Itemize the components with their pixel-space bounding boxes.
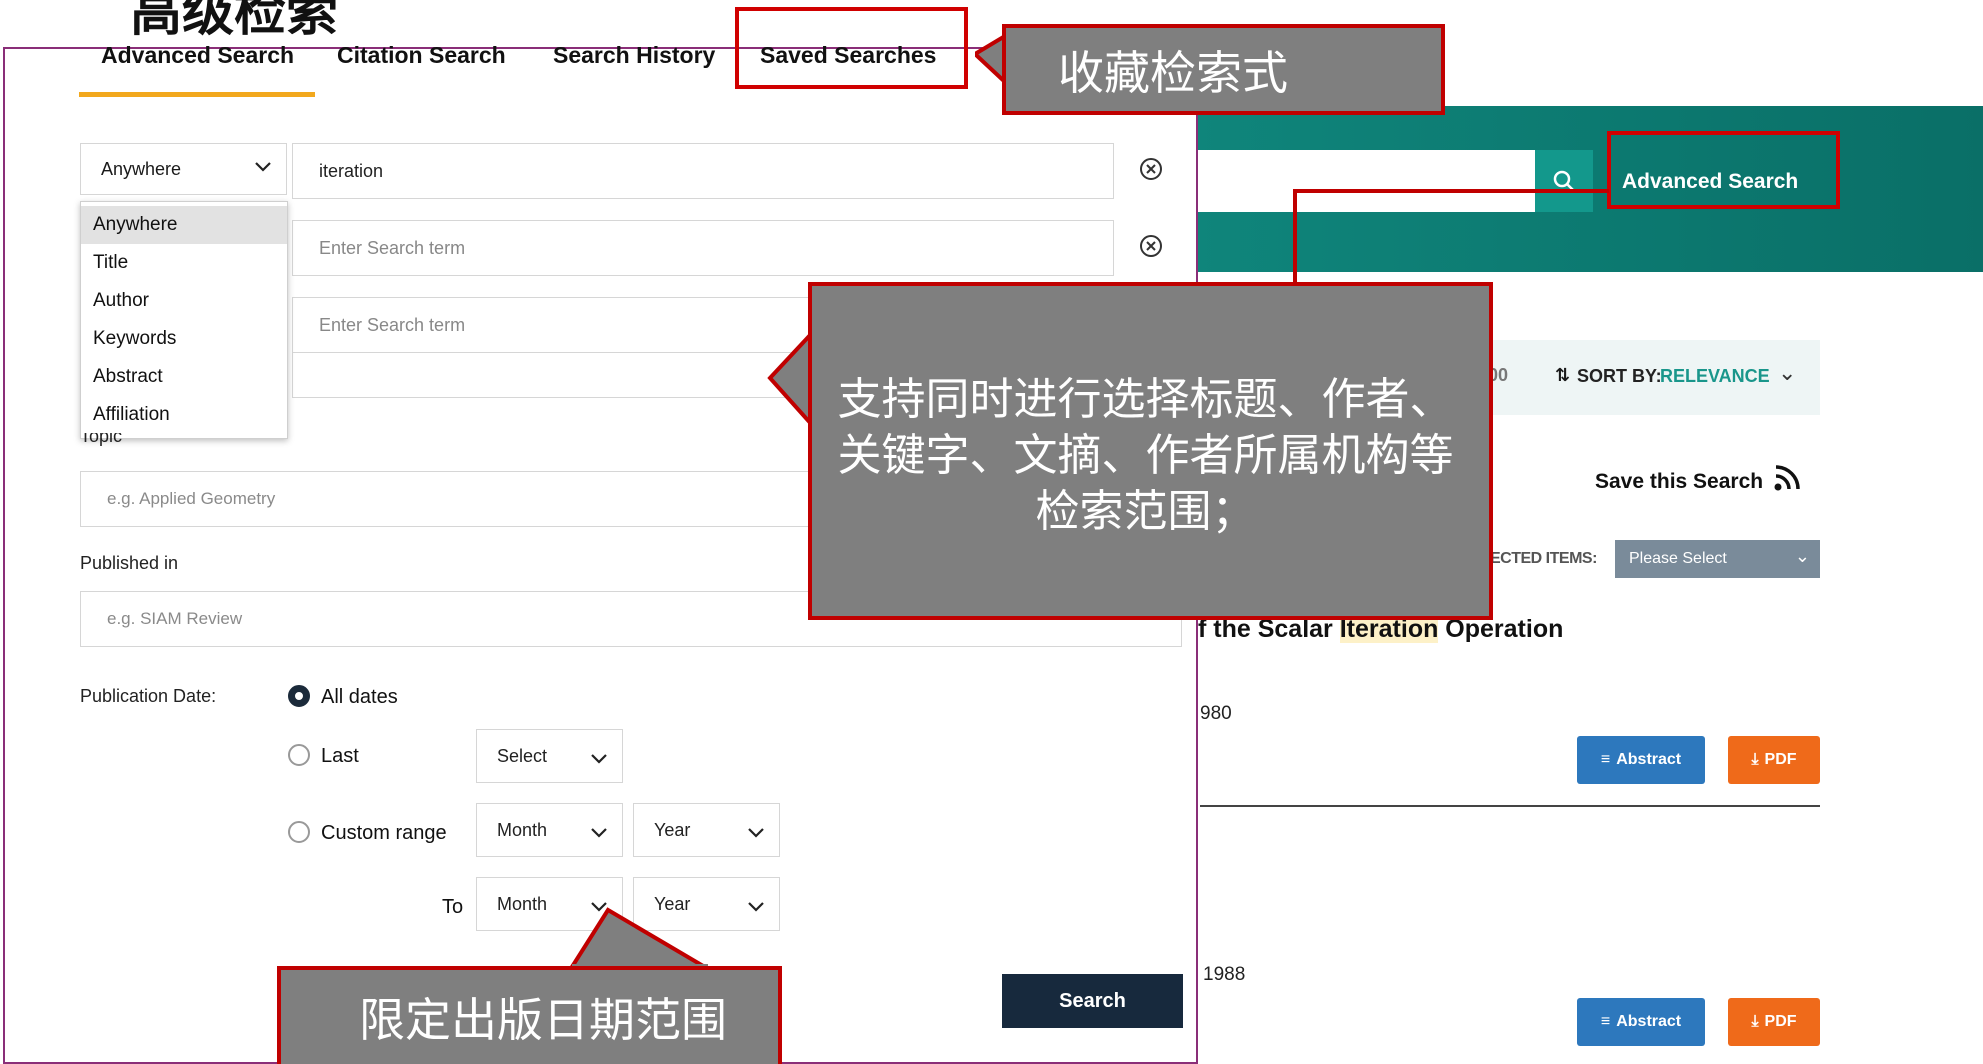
- dropdown-option-anywhere[interactable]: Anywhere: [81, 206, 287, 244]
- quick-search-input[interactable]: [1195, 150, 1535, 212]
- to-label: To: [442, 896, 464, 918]
- quick-search-button[interactable]: [1535, 150, 1593, 212]
- chevron-down-icon: [591, 828, 607, 838]
- active-tab-indicator: [79, 92, 315, 97]
- clear-icon[interactable]: [1139, 234, 1163, 258]
- pdf-button-label: PDF: [1764, 1013, 1797, 1030]
- chevron-down-icon[interactable]: ⌄: [1778, 360, 1796, 386]
- download-icon: ⤓: [1751, 751, 1759, 768]
- rss-icon[interactable]: [1773, 464, 1801, 492]
- result-divider: [1200, 805, 1820, 807]
- add-row-area: [292, 353, 813, 398]
- saved-searches-highlight: [735, 7, 968, 89]
- from-month-value: Month: [497, 819, 548, 840]
- from-year-value: Year: [654, 819, 691, 840]
- abstract-button[interactable]: ≡ Abstract: [1577, 998, 1705, 1046]
- dropdown-option-title[interactable]: Title: [81, 244, 287, 282]
- tab-citation-search[interactable]: Citation Search: [337, 42, 506, 69]
- connector-line: [1293, 189, 1297, 284]
- date-range-callout: 限定出版日期范围: [277, 966, 782, 1064]
- sort-by-select[interactable]: RELEVANCE: [1660, 366, 1770, 387]
- search-term-input[interactable]: iteration: [292, 143, 1114, 199]
- dropdown-option-author[interactable]: Author: [81, 282, 287, 320]
- topic-label: Topic: [80, 433, 122, 451]
- abstract-button-label: Abstract: [1616, 751, 1682, 768]
- abstract-button-label: Abstract: [1616, 1013, 1682, 1030]
- from-month-select[interactable]: Month: [476, 803, 623, 857]
- advanced-search-highlight: [1607, 131, 1840, 209]
- search-button[interactable]: Search: [1002, 974, 1183, 1028]
- radio-last[interactable]: [288, 744, 310, 766]
- search-term-input[interactable]: Enter Search term: [292, 220, 1114, 276]
- list-icon: ≡: [1600, 751, 1611, 768]
- clear-icon[interactable]: [1139, 157, 1163, 181]
- slide-title: 高级检索: [130, 0, 339, 43]
- result-year: 1988: [1203, 964, 1246, 985]
- chevron-down-icon: [748, 902, 764, 912]
- radio-custom-range[interactable]: [288, 821, 310, 843]
- search-field-value: Anywhere: [101, 158, 182, 179]
- selected-items-label: ECTED ITEMS:: [1490, 550, 1597, 567]
- chevron-down-icon: [748, 828, 764, 838]
- saved-searches-callout: 收藏检索式: [1002, 24, 1445, 115]
- topic-label-text: Topic: [80, 433, 123, 446]
- radio-all-dates[interactable]: [288, 685, 310, 707]
- last-period-value: Select: [497, 745, 548, 766]
- search-fields-callout: 支持同时进行选择标题、作者、关键字、文摘、作者所属机构等检索范围；: [808, 282, 1493, 620]
- last-period-select[interactable]: Select: [476, 729, 623, 783]
- tab-search-history[interactable]: Search History: [553, 42, 715, 69]
- sort-arrows-icon: ⇅: [1555, 365, 1571, 385]
- dropdown-option-affiliation[interactable]: Affiliation: [81, 396, 287, 434]
- abstract-button[interactable]: ≡ Abstract: [1577, 736, 1705, 784]
- dropdown-option-keywords[interactable]: Keywords: [81, 320, 287, 358]
- published-in-label: Published in: [80, 553, 179, 573]
- dropdown-option-abstract[interactable]: Abstract: [81, 358, 287, 396]
- pdf-button[interactable]: ⤓ PDF: [1728, 998, 1820, 1046]
- list-icon: ≡: [1600, 1013, 1611, 1030]
- to-month-value: Month: [497, 893, 548, 914]
- chevron-down-icon: ⌄: [1794, 546, 1810, 566]
- pdf-button[interactable]: ⤓ PDF: [1728, 736, 1820, 784]
- search-field-dropdown: Anywhere Title Author Keywords Abstract …: [80, 201, 288, 439]
- tab-advanced-search[interactable]: Advanced Search: [101, 42, 294, 69]
- chevron-down-icon: [591, 754, 607, 764]
- result-year: 980: [1200, 703, 1232, 724]
- publication-date-label: Publication Date:: [80, 686, 217, 706]
- search-field-select[interactable]: Anywhere: [80, 143, 287, 195]
- last-label: Last: [321, 745, 359, 767]
- chevron-down-icon: [255, 162, 271, 172]
- selected-items-value: Please Select: [1629, 550, 1727, 567]
- pdf-button-label: PDF: [1764, 751, 1797, 768]
- selected-items-select[interactable]: Please Select ⌄: [1615, 540, 1820, 578]
- save-this-search-link[interactable]: Save this Search: [1595, 470, 1763, 494]
- callout-pointer: [566, 907, 718, 972]
- sort-by-label: SORT BY:: [1577, 366, 1662, 386]
- all-dates-label: All dates: [321, 686, 398, 708]
- connector-line: [1293, 189, 1609, 193]
- custom-range-label: Custom range: [321, 822, 447, 844]
- from-year-select[interactable]: Year: [633, 803, 780, 857]
- topic-input[interactable]: e.g. Applied Geometry: [80, 471, 820, 527]
- download-icon: ⤓: [1751, 1013, 1759, 1030]
